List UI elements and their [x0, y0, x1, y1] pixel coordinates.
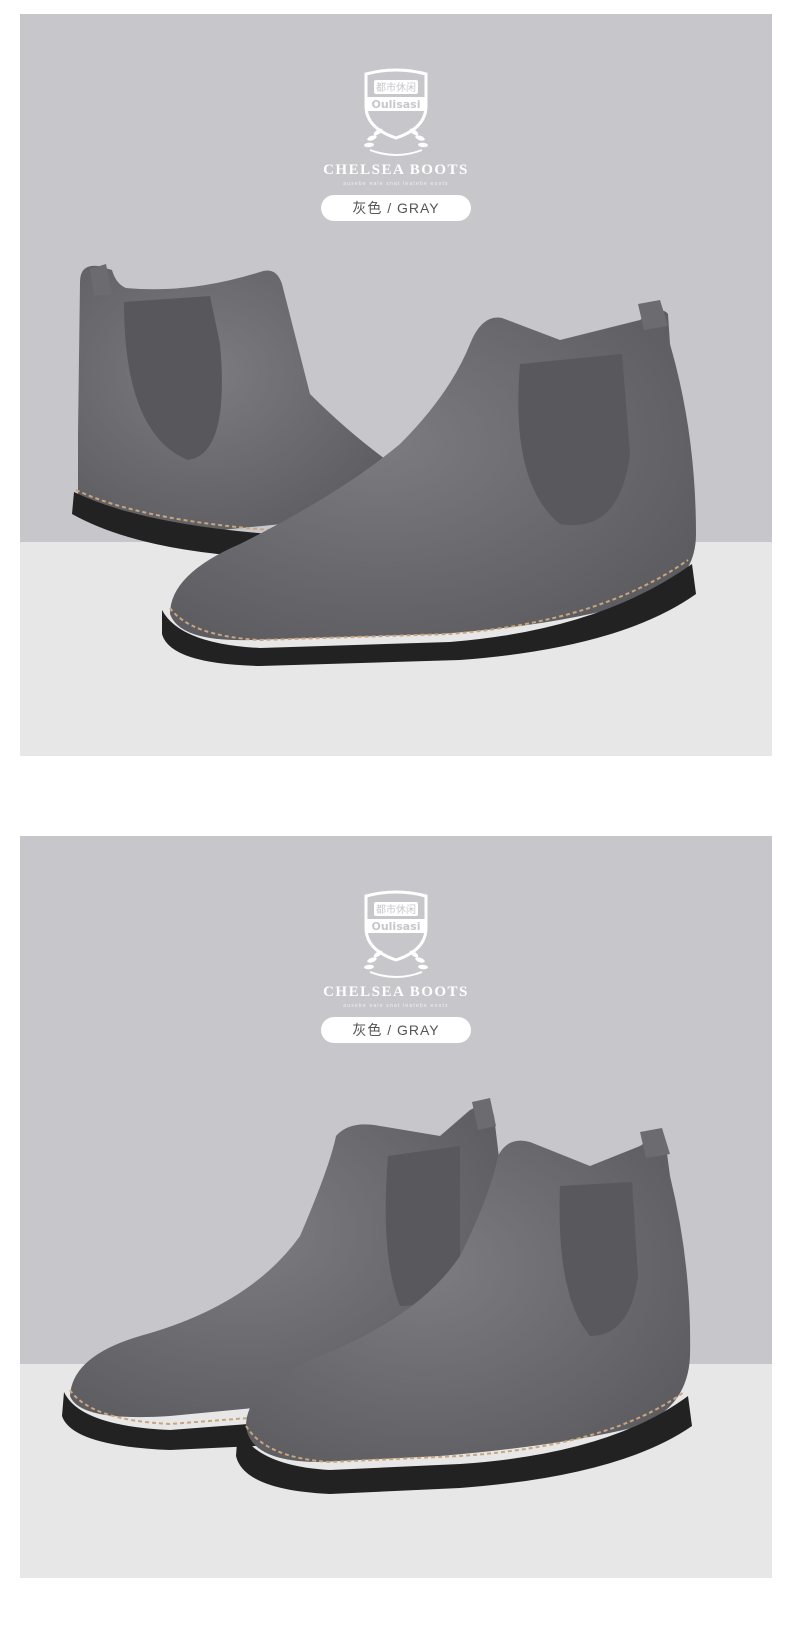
product-photo-panel-1: 都市休闲 Oulisasi CHELSEA BOOTS ausebe eale …	[20, 14, 772, 756]
boots-image	[62, 1098, 692, 1494]
boots-image	[72, 264, 696, 666]
product-photo-panel-2: 都市休闲 Oulisasi CHELSEA BOOTS ausebe eale …	[20, 836, 772, 1578]
